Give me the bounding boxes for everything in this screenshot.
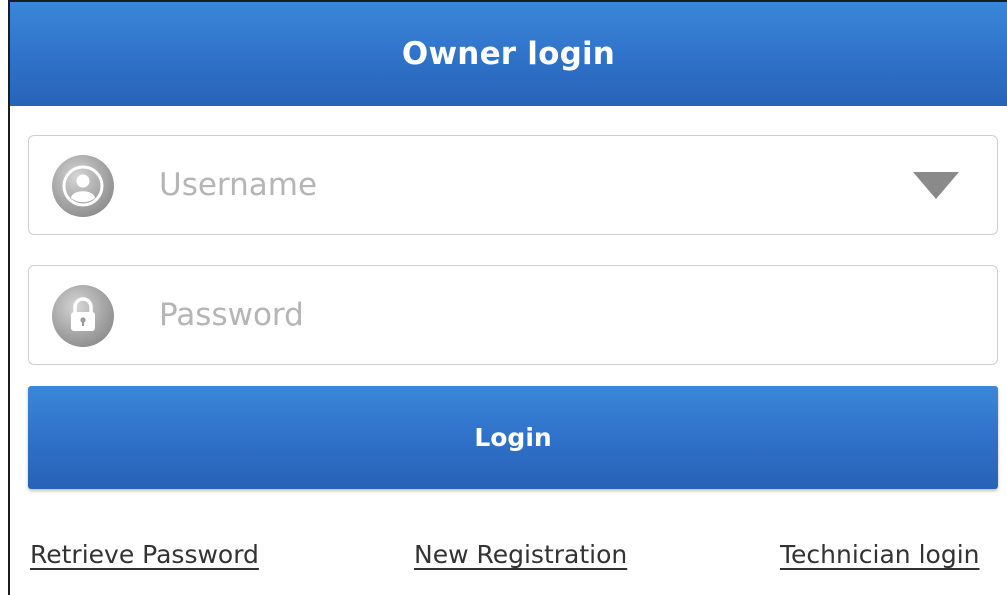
technician-login-link[interactable]: Technician login xyxy=(780,540,980,569)
retrieve-password-link[interactable]: Retrieve Password xyxy=(30,540,259,569)
password-field[interactable] xyxy=(28,265,998,365)
username-input[interactable] xyxy=(159,160,899,210)
new-registration-link[interactable]: New Registration xyxy=(414,540,627,569)
username-field[interactable] xyxy=(28,135,998,235)
password-input[interactable] xyxy=(159,290,899,340)
page-title: Owner login xyxy=(401,36,616,72)
user-icon xyxy=(52,155,114,217)
triangle-down-icon[interactable] xyxy=(913,172,959,199)
lock-icon xyxy=(52,285,114,347)
app-header: Owner login xyxy=(10,2,1007,106)
login-button[interactable]: Login xyxy=(28,386,998,489)
